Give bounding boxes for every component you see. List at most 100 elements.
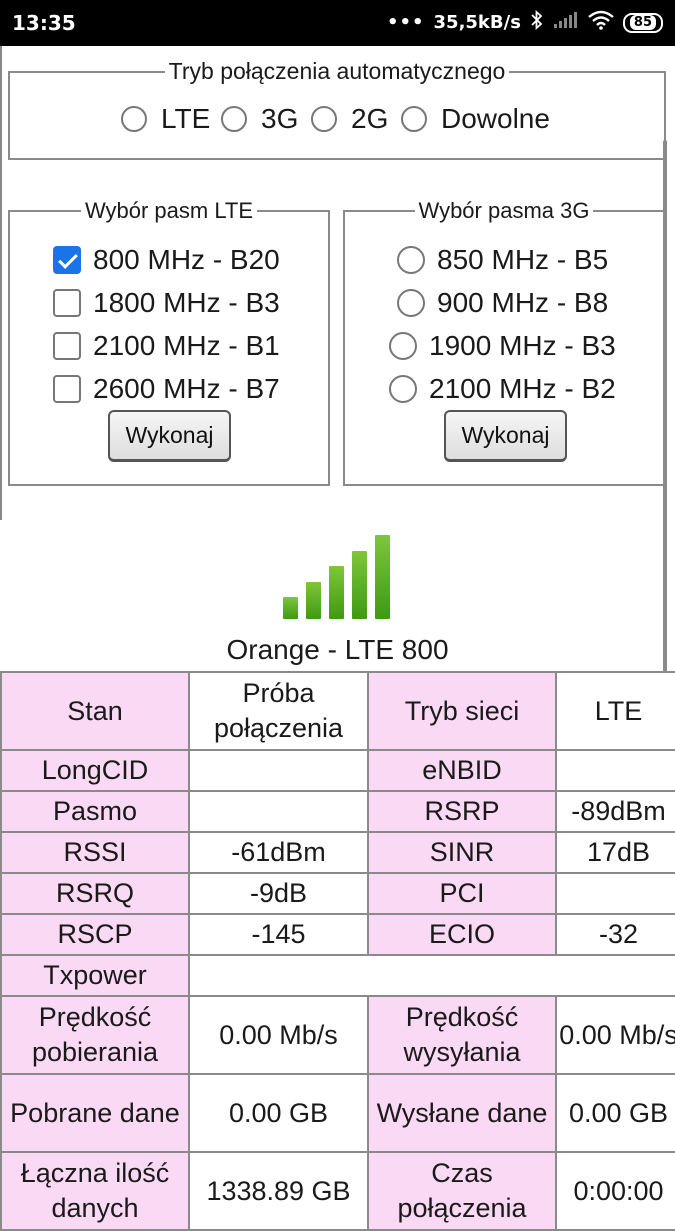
lte-bands-legend: Wybór pasm LTE [84, 198, 254, 223]
bluetooth-icon [530, 9, 544, 35]
battery-icon: 85 [622, 12, 663, 33]
table-value-cell: -61dBm [188, 831, 369, 874]
table-value-cell: -32 [555, 913, 675, 956]
checkbox-b1[interactable] [53, 332, 81, 360]
table-key-cell: RSSI [0, 831, 190, 874]
table-row: Pobrane dane 0.00 GB Wysłane dane 0.00 GB [0, 1073, 675, 1153]
table-key-cell: Txpower [0, 954, 190, 997]
auto-mode-legend: Tryb połączenia automatycznego [168, 58, 506, 84]
table-row: Stan Próba połączenia Tryb sieci LTE [0, 671, 675, 751]
table-value-cell: -9dB [188, 872, 369, 915]
table-value-cell: LTE [555, 671, 675, 751]
table-key-cell: Prędkość pobierania [0, 995, 190, 1075]
table-value-cell: 0.00 GB [555, 1073, 675, 1153]
table-key-cell: SINR [367, 831, 557, 874]
band-3g-label: 850 MHz - B5 [437, 244, 609, 275]
table-value-cell [555, 872, 675, 915]
radio-lte[interactable] [121, 106, 147, 132]
table-row: Txpower [0, 954, 675, 997]
lte-band-b3[interactable]: 1800 MHz - B3 [53, 287, 280, 319]
table-value-cell [188, 749, 369, 792]
auto-option-lte[interactable]: LTE [121, 103, 210, 135]
band-3g-b3[interactable]: 1900 MHz - B3 [389, 330, 616, 362]
table-key-cell: RSRP [367, 790, 557, 833]
signal-bar [283, 597, 298, 619]
table-value-cell: -89dBm [555, 790, 675, 833]
table-key-cell: Pobrane dane [0, 1073, 190, 1153]
signal-strength-icon [283, 535, 393, 619]
page-frame-left [0, 46, 2, 520]
table-row: RSSI -61dBm SINR 17dB [0, 831, 675, 874]
radio-b2[interactable] [389, 375, 417, 403]
lte-band-label: 2100 MHz - B1 [93, 330, 280, 361]
signal-bar [375, 535, 390, 619]
table-key-cell: Wysłane dane [367, 1073, 557, 1153]
table-value-cell: Próba połączenia [188, 671, 369, 751]
checkbox-b3[interactable] [53, 289, 81, 317]
table-key-cell: Prędkość wysyłania [367, 995, 557, 1075]
operator-label: Orange - LTE 800 [226, 634, 449, 665]
table-key-cell: PCI [367, 872, 557, 915]
table-key-cell: RSRQ [0, 872, 190, 915]
table-value-cell: 0.00 Mb/s [188, 995, 369, 1075]
table-value-cell [555, 749, 675, 792]
band-3g-apply-button[interactable]: Wykonaj [444, 410, 567, 462]
lte-band-b20[interactable]: 800 MHz - B20 [53, 244, 280, 276]
auto-option-any[interactable]: Dowolne [401, 103, 550, 135]
lte-band-b1[interactable]: 2100 MHz - B1 [53, 330, 280, 362]
table-value-cell: 17dB [555, 831, 675, 874]
checkbox-b7[interactable] [53, 375, 81, 403]
lte-band-b7[interactable]: 2600 MHz - B7 [53, 373, 280, 405]
table-key-cell: Pasmo [0, 790, 190, 833]
table-key-cell: ECIO [367, 913, 557, 956]
radio-any[interactable] [401, 106, 427, 132]
auto-option-label: Dowolne [441, 103, 550, 134]
wifi-icon [588, 10, 614, 35]
table-value-cell: 1338.89 GB [188, 1151, 369, 1231]
radio-3g[interactable] [221, 106, 247, 132]
auto-option-3g[interactable]: 3G [221, 103, 298, 135]
lte-band-label: 800 MHz - B20 [93, 244, 280, 275]
radio-b5[interactable] [397, 246, 425, 274]
table-value-cell [188, 790, 369, 833]
band-3g-b8[interactable]: 900 MHz - B8 [397, 287, 608, 319]
band-3g-label: 2100 MHz - B2 [429, 373, 616, 404]
radio-b8[interactable] [397, 289, 425, 317]
band-3g-b2[interactable]: 2100 MHz - B2 [389, 373, 616, 405]
table-key-cell: eNBID [367, 749, 557, 792]
table-row: RSRQ -9dB PCI [0, 872, 675, 915]
table-row: RSCP -145 ECIO -32 [0, 913, 675, 956]
cell-signal-icon [553, 11, 579, 34]
table-value-cell: 0:00:00 [555, 1151, 675, 1231]
signal-bar [306, 581, 321, 619]
status-bar: 13:35 ••• 35,5kB/s 85 [0, 0, 675, 46]
checkbox-b20[interactable] [53, 246, 81, 274]
table-key-cell: LongCID [0, 749, 190, 792]
table-key-cell: Tryb sieci [367, 671, 557, 751]
more-dots-icon: ••• [387, 12, 425, 33]
table-key-cell: RSCP [0, 913, 190, 956]
auto-option-label: 3G [261, 103, 299, 134]
table-row: Pasmo RSRP -89dBm [0, 790, 675, 833]
lte-band-label: 1800 MHz - B3 [93, 287, 280, 318]
signal-bar [329, 566, 344, 619]
band-3g-legend: Wybór pasma 3G [418, 198, 590, 223]
table-key-cell: Stan [0, 671, 190, 751]
table-key-cell: Łączna ilość danych [0, 1151, 190, 1231]
lte-band-label: 2600 MHz - B7 [93, 373, 280, 404]
auto-option-label: LTE [161, 103, 211, 134]
table-value-cell [188, 954, 675, 997]
table-value-cell: -145 [188, 913, 369, 956]
radio-b3[interactable] [389, 332, 417, 360]
table-value-cell: 0.00 GB [188, 1073, 369, 1153]
auto-option-2g[interactable]: 2G [311, 103, 388, 135]
lte-apply-button[interactable]: Wykonaj [108, 410, 231, 462]
network-speed: 35,5kB/s [433, 12, 521, 33]
radio-2g[interactable] [311, 106, 337, 132]
table-value-cell: 0.00 Mb/s [555, 995, 675, 1075]
auto-option-label: 2G [351, 103, 389, 134]
band-3g-label: 1900 MHz - B3 [429, 330, 616, 361]
status-time: 13:35 [12, 11, 76, 35]
band-3g-b5[interactable]: 850 MHz - B5 [397, 244, 608, 276]
table-row: Prędkość pobierania 0.00 Mb/s Prędkość wys… [0, 995, 675, 1075]
